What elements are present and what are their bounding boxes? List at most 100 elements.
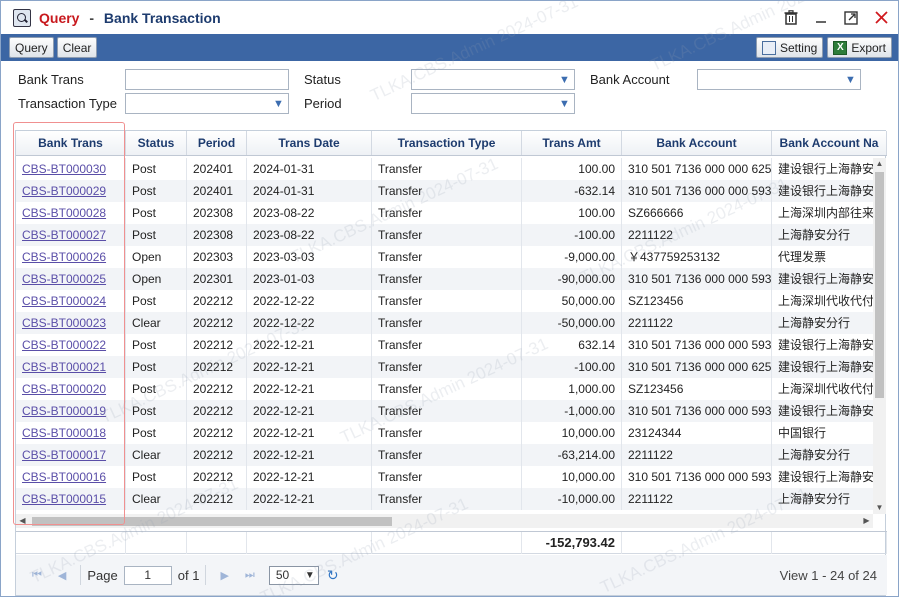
bank-trans-link[interactable]: CBS-BT000019: [22, 404, 106, 418]
cell-bank-account-name: 上海深圳代收代付: [772, 378, 873, 400]
cell-trans-amt: 50,000.00: [522, 290, 622, 312]
table-row[interactable]: CBS-BT000021 Post 202212 2022-12-21 Transfer…: [16, 356, 873, 378]
cell-period: 202212: [187, 378, 247, 400]
column-header-period[interactable]: Period: [187, 131, 247, 155]
cell-transaction-type: Transfer: [372, 246, 522, 268]
clear-button[interactable]: Clear: [56, 37, 98, 58]
footer-cell: [187, 532, 247, 554]
export-button[interactable]: X Export: [827, 37, 892, 58]
cell-bank-account: 310 501 7136 000 000 593: [622, 400, 772, 422]
table-row[interactable]: CBS-BT000028 Post 202308 2023-08-22 Transfer…: [16, 202, 873, 224]
bank-trans-link[interactable]: CBS-BT000025: [22, 272, 106, 286]
scroll-right-icon[interactable]: ▶: [860, 514, 873, 528]
vertical-scroll-thumb[interactable]: [875, 172, 884, 398]
bank-trans-link[interactable]: CBS-BT000026: [22, 250, 106, 264]
last-page-icon[interactable]: ⏭: [245, 569, 255, 582]
column-header-trans-amt[interactable]: Trans Amt: [522, 131, 622, 155]
page-number-input[interactable]: 1: [123, 565, 172, 585]
status-select[interactable]: ▼: [411, 69, 575, 90]
column-header-trans-date[interactable]: Trans Date: [247, 131, 372, 155]
bank-trans-link[interactable]: CBS-BT000021: [22, 360, 106, 374]
next-page-icon[interactable]: ▶: [220, 569, 228, 582]
cell-bank-account: 2211122: [622, 312, 772, 334]
cell-bank-trans: CBS-BT000017: [16, 444, 126, 466]
horizontal-scroll-thumb[interactable]: [32, 517, 392, 526]
table-row[interactable]: CBS-BT000015 Clear 202212 2022-12-21 Transfe…: [16, 488, 873, 510]
bank-trans-link[interactable]: CBS-BT000024: [22, 294, 106, 308]
page-size-select[interactable]: 50 ▼: [268, 565, 319, 585]
cell-status: Clear: [126, 312, 187, 334]
prev-page-icon[interactable]: ◀: [58, 569, 66, 582]
scroll-up-icon[interactable]: ▲: [873, 158, 886, 170]
cell-transaction-type: Transfer: [372, 444, 522, 466]
period-select[interactable]: ▼: [411, 93, 575, 114]
table-row[interactable]: CBS-BT000024 Post 202212 2022-12-22 Transfer…: [16, 290, 873, 312]
bank-trans-link[interactable]: CBS-BT000018: [22, 426, 106, 440]
bank-trans-link[interactable]: CBS-BT000022: [22, 338, 106, 352]
cell-bank-account: SZ123456: [622, 290, 772, 312]
bank-trans-link[interactable]: CBS-BT000020: [22, 382, 106, 396]
table-row[interactable]: CBS-BT000029 Post 202401 2024-01-31 Transfer…: [16, 180, 873, 202]
cell-bank-trans: CBS-BT000027: [16, 224, 126, 246]
bank-trans-link[interactable]: CBS-BT000028: [22, 206, 106, 220]
scroll-down-icon[interactable]: ▼: [873, 502, 886, 514]
table-row[interactable]: CBS-BT000025 Open 202301 2023-01-03 Transfer…: [16, 268, 873, 290]
table-row[interactable]: CBS-BT000017 Clear 202212 2022-12-21 Transfe…: [16, 444, 873, 466]
vertical-scrollbar[interactable]: ▲ ▼: [873, 158, 886, 514]
pager: ⏮ ◀ Page 1 of 1 ▶ ⏭ 50 ▼ ↻ View 1 - 24 of…: [16, 555, 887, 595]
maximize-icon[interactable]: [842, 9, 860, 27]
horizontal-scrollbar[interactable]: ◀ ▶: [16, 514, 873, 528]
table-row[interactable]: CBS-BT000030 Post 202401 2024-01-31 Transfer…: [16, 158, 873, 180]
setting-button[interactable]: Setting: [755, 37, 824, 58]
table-row[interactable]: CBS-BT000022 Post 202212 2022-12-21 Transfer…: [16, 334, 873, 356]
table-row[interactable]: CBS-BT000023 Clear 202212 2022-12-22 Transfe…: [16, 312, 873, 334]
cell-trans-date: 2022-12-21: [247, 334, 372, 356]
cell-bank-account: 2211122: [622, 488, 772, 510]
cell-period: 202401: [187, 158, 247, 180]
cell-trans-amt: -632.14: [522, 180, 622, 202]
first-page-icon[interactable]: ⏮: [32, 569, 42, 582]
cell-bank-account-name: 上海静安分行: [772, 488, 873, 510]
cell-transaction-type: Transfer: [372, 268, 522, 290]
cell-trans-amt: 100.00: [522, 158, 622, 180]
bank-trans-link[interactable]: CBS-BT000016: [22, 470, 106, 484]
cell-bank-trans: CBS-BT000019: [16, 400, 126, 422]
bank-account-select[interactable]: ▼: [697, 69, 861, 90]
refresh-icon[interactable]: ↻: [327, 567, 339, 584]
minimize-icon[interactable]: [812, 9, 830, 27]
cell-trans-date: 2022-12-22: [247, 290, 372, 312]
bank-trans-link[interactable]: CBS-BT000029: [22, 184, 106, 198]
cell-trans-amt: 10,000.00: [522, 422, 622, 444]
cell-trans-date: 2023-08-22: [247, 202, 372, 224]
column-header-transaction-type[interactable]: Transaction Type: [372, 131, 522, 155]
column-header-bank-trans[interactable]: Bank Trans: [16, 131, 126, 155]
table-row[interactable]: CBS-BT000016 Post 202212 2022-12-21 Transfer…: [16, 466, 873, 488]
trash-icon[interactable]: [782, 9, 800, 27]
column-header-status[interactable]: Status: [126, 131, 187, 155]
bank-trans-link[interactable]: CBS-BT000023: [22, 316, 106, 330]
transaction-type-select[interactable]: ▼: [125, 93, 289, 114]
cell-trans-amt: -9,000.00: [522, 246, 622, 268]
scroll-left-icon[interactable]: ◀: [16, 514, 29, 528]
cell-status: Post: [126, 334, 187, 356]
cell-bank-account: SZ123456: [622, 378, 772, 400]
close-icon[interactable]: [872, 9, 890, 27]
bank-trans-link[interactable]: CBS-BT000015: [22, 492, 106, 506]
column-header-bank-account-name[interactable]: Bank Account Na: [772, 131, 887, 155]
cell-bank-account: 310 501 7136 000 000 593: [622, 334, 772, 356]
table-row[interactable]: CBS-BT000018 Post 202212 2022-12-21 Transfer…: [16, 422, 873, 444]
table-row[interactable]: CBS-BT000026 Open 202303 2023-03-03 Transfer…: [16, 246, 873, 268]
cell-bank-account-name: 建设银行上海静安: [772, 400, 873, 422]
table-row[interactable]: CBS-BT000020 Post 202212 2022-12-21 Transfer…: [16, 378, 873, 400]
footer-cell: [16, 532, 126, 554]
bank-trans-link[interactable]: CBS-BT000027: [22, 228, 106, 242]
table-row[interactable]: CBS-BT000019 Post 202212 2022-12-21 Transfer…: [16, 400, 873, 422]
column-header-bank-account[interactable]: Bank Account: [622, 131, 772, 155]
bank-trans-link[interactable]: CBS-BT000017: [22, 448, 106, 462]
bank-trans-input[interactable]: [125, 69, 289, 90]
query-button[interactable]: Query: [9, 37, 54, 58]
bank-trans-link[interactable]: CBS-BT000030: [22, 162, 106, 176]
cell-bank-account-name: 上海静安分行: [772, 444, 873, 466]
table-row[interactable]: CBS-BT000027 Post 202308 2023-08-22 Transfer…: [16, 224, 873, 246]
cell-bank-trans: CBS-BT000023: [16, 312, 126, 334]
